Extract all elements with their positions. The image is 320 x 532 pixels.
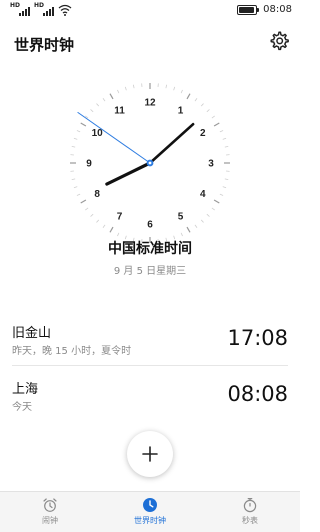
battery-icon xyxy=(237,4,260,15)
tab-world-clock[interactable]: 世界时钟 xyxy=(100,492,200,532)
city-description: 昨天，晚 15 小时，夏令时 xyxy=(12,346,132,357)
clock-number: 7 xyxy=(117,211,123,222)
hd-signal-icon: HD xyxy=(34,3,54,16)
city-name: 旧金山 xyxy=(12,326,52,341)
clock-number: 9 xyxy=(86,159,92,170)
clock-tick xyxy=(80,199,87,204)
clock-tick xyxy=(213,199,220,204)
clock-tick xyxy=(85,207,89,211)
timezone-name: 中国标准时间 xyxy=(108,241,192,257)
clock-tick xyxy=(206,213,210,217)
clock-tick xyxy=(213,122,220,127)
clock-tick xyxy=(180,232,183,237)
page-title: 世界时钟 xyxy=(14,36,75,54)
clock-tick xyxy=(224,145,229,148)
clock-tick xyxy=(186,226,191,233)
hour-hand xyxy=(105,161,152,186)
tab-label: 秒表 xyxy=(242,516,258,525)
clock-tick xyxy=(76,130,81,133)
analog-clock: 121234567891011 xyxy=(70,83,230,243)
tab-alarm[interactable]: 闹钟 xyxy=(0,492,100,532)
clock-number: 2 xyxy=(200,128,206,139)
clock-icon xyxy=(143,498,157,512)
add-city-button[interactable] xyxy=(127,431,173,477)
clock-tick xyxy=(194,224,198,228)
clock-tick xyxy=(200,219,204,223)
minute-hand xyxy=(148,122,195,165)
clock-tick xyxy=(102,224,106,228)
city-time: 08:08 xyxy=(227,382,288,406)
city-description: 今天 xyxy=(12,402,32,413)
timezone-date: 9 月 5 日星期三 xyxy=(113,266,187,277)
divider xyxy=(12,365,288,366)
status-left-icons: HD HD xyxy=(10,3,72,16)
plus-icon xyxy=(142,446,158,462)
tab-stopwatch[interactable]: 秒表 xyxy=(200,492,300,532)
clock-tick xyxy=(132,84,135,89)
tab-label: 闹钟 xyxy=(42,516,58,525)
clock-number: 5 xyxy=(178,211,184,222)
clock-tick xyxy=(200,103,204,107)
clock-tick xyxy=(76,193,81,196)
clock-number: 1 xyxy=(178,106,184,117)
bottom-tab-bar: 闹钟 世界时钟 秒表 xyxy=(0,491,300,532)
clock-tick xyxy=(211,115,215,119)
clock-tick xyxy=(109,93,114,100)
clock-number: 12 xyxy=(144,98,156,109)
clock-number: 11 xyxy=(114,106,125,117)
clock-tick xyxy=(186,93,191,100)
clock-tick xyxy=(173,86,176,91)
clock-tick xyxy=(222,186,227,189)
clock-number: 8 xyxy=(94,189,100,200)
city-name: 上海 xyxy=(12,382,39,397)
tab-label: 世界时钟 xyxy=(134,516,166,525)
clock-tick xyxy=(73,186,78,189)
clock-tick xyxy=(96,103,100,107)
clock-number: 6 xyxy=(147,220,153,231)
clock-hands xyxy=(77,112,195,186)
hd-signal-icon: HD xyxy=(10,3,30,16)
clock-tick xyxy=(222,137,227,140)
clock-tick xyxy=(102,98,106,102)
alarm-clock-icon xyxy=(43,498,57,512)
clock-tick xyxy=(211,207,215,211)
city-time: 17:08 xyxy=(227,326,288,350)
clock-tick xyxy=(117,232,120,237)
clock-tick xyxy=(180,89,183,94)
city-row-shanghai[interactable]: 上海 今天 08:08 xyxy=(12,374,288,422)
wifi-icon xyxy=(58,4,72,16)
stopwatch-icon xyxy=(243,498,257,513)
clock-tick xyxy=(109,226,114,233)
clock-tick xyxy=(194,98,198,102)
clock-tick xyxy=(165,84,168,89)
status-time: 08:08 xyxy=(263,4,292,15)
clock-tick xyxy=(90,109,94,113)
clock-number: 3 xyxy=(208,159,214,170)
clock-tick xyxy=(206,109,210,113)
clock-tick xyxy=(73,137,78,140)
clock-tick xyxy=(90,213,94,217)
status-bar: HD HD 08:08 xyxy=(0,0,300,22)
clock-tick xyxy=(71,178,76,181)
clock-tick xyxy=(224,178,229,181)
second-hand xyxy=(77,112,151,164)
status-right: 08:08 xyxy=(237,4,292,15)
clock-tick xyxy=(219,193,224,196)
clock-center-dot xyxy=(148,161,152,165)
clock-tick xyxy=(80,122,87,127)
clock-tick xyxy=(117,89,120,94)
clock-number: 10 xyxy=(92,128,104,139)
clock-tick xyxy=(219,130,224,133)
city-row-san-francisco[interactable]: 旧金山 昨天，晚 15 小时，夏令时 17:08 xyxy=(12,318,288,366)
clock-tick xyxy=(71,145,76,148)
clock-tick xyxy=(124,86,127,91)
clock-number: 4 xyxy=(200,189,206,200)
battery-level xyxy=(239,6,254,13)
gear-icon[interactable] xyxy=(268,30,290,52)
clock-tick xyxy=(96,219,100,223)
